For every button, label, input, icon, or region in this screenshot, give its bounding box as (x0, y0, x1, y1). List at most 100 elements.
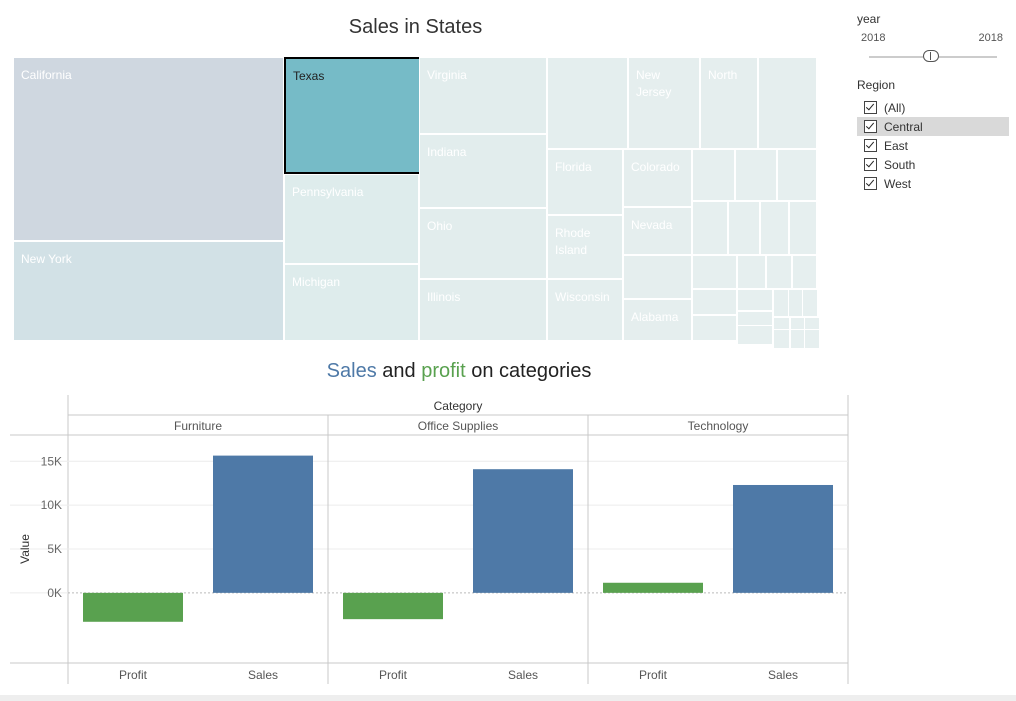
region-option-south[interactable]: South (857, 155, 1009, 174)
measure-label-profit: Profit (119, 668, 148, 682)
treemap-tile-wisconsin[interactable]: Wisconsin (547, 279, 623, 341)
checkbox-checked-icon[interactable] (864, 177, 877, 190)
category-label-technology: Technology (688, 419, 749, 433)
region-option-central[interactable]: Central (857, 117, 1009, 136)
y-tick-label: 5K (47, 542, 62, 556)
region-filter-label: Region (857, 78, 896, 92)
treemap-tile-label: Rhode (555, 226, 591, 240)
y-axis-label: Value (18, 534, 32, 564)
category-label-furniture: Furniture (174, 419, 222, 433)
bar-chart-title: Sales and profit on categories (14, 360, 904, 383)
bar-sales-furniture (213, 455, 313, 593)
treemap-tile-rhode-island[interactable]: Rhode Island (547, 215, 623, 279)
measure-label-profit: Profit (379, 668, 408, 682)
category-header: Category (434, 399, 483, 413)
filter-panel: year 2018 2018 Region (All) Central East So… (857, 12, 1009, 193)
treemap-tile-state-18[interactable] (623, 255, 692, 299)
treemap-tile-label: Virginia (427, 68, 467, 82)
treemap-tile-ohio[interactable]: Ohio (419, 208, 547, 279)
treemap-tile-label: North (708, 68, 738, 82)
treemap-tile-label: Florida (555, 160, 592, 174)
treemap-tile-alabama[interactable]: Alabama (623, 299, 692, 341)
region-option-west[interactable]: West (857, 174, 1009, 193)
region-option-east[interactable]: East (857, 136, 1009, 155)
treemap-tile-california[interactable]: California (13, 57, 284, 241)
treemap-tile-state-24[interactable] (728, 201, 760, 255)
region-option-label: East (884, 138, 909, 153)
treemap-tile-state-22[interactable] (777, 149, 817, 201)
treemap-tile-label: New (636, 68, 661, 82)
bar-profit-furniture (83, 592, 183, 622)
treemap-tile-state-23[interactable] (692, 201, 728, 255)
treemap-tile-label: Colorado (631, 160, 680, 174)
bar-sales-office-supplies (473, 469, 573, 593)
treemap-tile-new-york[interactable]: New York (13, 241, 284, 341)
treemap-tile-state-36[interactable] (692, 315, 737, 341)
treemap-tile-label: Wisconsin (555, 290, 610, 304)
treemap-tile-label: Island (555, 243, 588, 257)
treemap-tile-state-32[interactable] (737, 289, 773, 311)
bar-sales-technology (733, 484, 833, 593)
region-checkbox-list: (All) Central East South West (857, 98, 1009, 193)
treemap-tile-label: Texas (293, 69, 325, 83)
checkbox-checked-icon[interactable] (864, 139, 877, 152)
category-bar-chart: Category 0K 5K 10K 15K Value Furniture Profit Sa… (10, 395, 849, 684)
bar-profit-technology (603, 582, 703, 593)
treemap-tile-label: New York (21, 252, 72, 266)
treemap-title: Sales in States (348, 16, 483, 38)
treemap-tile-state-31[interactable] (692, 289, 737, 315)
treemap-tile-colorado[interactable]: Colorado (623, 149, 692, 207)
treemap-tile-label: Alabama (631, 310, 679, 324)
measure-label-sales: Sales (768, 668, 798, 682)
treemap-tile-state-30[interactable] (792, 255, 817, 289)
treemap-tile-state-42[interactable] (773, 329, 790, 349)
region-option-label: West (884, 176, 912, 191)
checkbox-checked-icon[interactable] (864, 158, 877, 171)
year-slider-handle[interactable] (923, 50, 939, 62)
checkbox-checked-icon[interactable] (864, 120, 877, 133)
measure-label-profit: Profit (639, 668, 668, 682)
treemap-tile-state-15[interactable] (758, 57, 817, 149)
treemap-tile-state-44[interactable] (804, 329, 820, 349)
y-tick-label: 15K (41, 454, 62, 468)
treemap-tile-texas[interactable]: Texas (284, 57, 421, 174)
treemap-tile-state-33[interactable] (773, 289, 789, 317)
treemap-tile-new-jersey[interactable]: New Jersey (628, 57, 700, 149)
treemap-tile-label: Jersey (636, 85, 672, 99)
year-slider[interactable] (869, 48, 997, 66)
y-tick-label: 10K (41, 498, 62, 512)
treemap-tile-michigan[interactable]: Michigan (284, 264, 419, 341)
treemap-tile-state-27[interactable] (692, 255, 737, 289)
treemap-tile-state-29[interactable] (766, 255, 792, 289)
treemap-tile-florida[interactable]: Florida (547, 149, 623, 215)
title-profit-word: profit (421, 360, 466, 382)
treemap-tile-state-38[interactable] (737, 325, 773, 345)
treemap-tile-state-9[interactable] (547, 57, 628, 149)
treemap-tile-state-35[interactable] (802, 289, 818, 317)
bottom-scrollbar (0, 695, 1016, 701)
treemap-tile-state-25[interactable] (760, 201, 789, 255)
title-sales-word: Sales (326, 360, 377, 382)
checkbox-checked-icon[interactable] (864, 101, 877, 114)
bar-profit-office-supplies (343, 592, 443, 620)
treemap-tile-state-28[interactable] (737, 255, 766, 289)
year-max-value: 2018 (978, 32, 1003, 44)
treemap-tile-label: Michigan (292, 275, 341, 289)
category-label-office-supplies: Office Supplies (418, 419, 499, 433)
treemap-tile-illinois[interactable]: Illinois (419, 279, 547, 341)
year-range-readout: 2018 2018 (857, 32, 1009, 44)
measure-label-sales: Sales (248, 668, 278, 682)
y-tick-label: 0K (47, 586, 62, 600)
treemap-tile-north[interactable]: North (700, 57, 758, 149)
region-option-all[interactable]: (All) (857, 98, 1009, 117)
treemap-tile-nevada[interactable]: Nevada (623, 207, 692, 255)
region-option-label: (All) (884, 100, 906, 115)
treemap-tile-indiana[interactable]: Indiana (419, 134, 547, 208)
treemap-tile-state-26[interactable] (789, 201, 817, 255)
treemap-tile-pennsylvania[interactable]: Pennsylvania (284, 174, 419, 264)
treemap-tile-state-20[interactable] (692, 149, 735, 201)
state-treemap[interactable]: California New York Texas Pennsylvania Michi… (13, 57, 820, 349)
treemap-tile-label: Nevada (631, 218, 673, 232)
treemap-tile-state-21[interactable] (735, 149, 777, 201)
treemap-tile-virginia[interactable]: Virginia (419, 57, 547, 134)
